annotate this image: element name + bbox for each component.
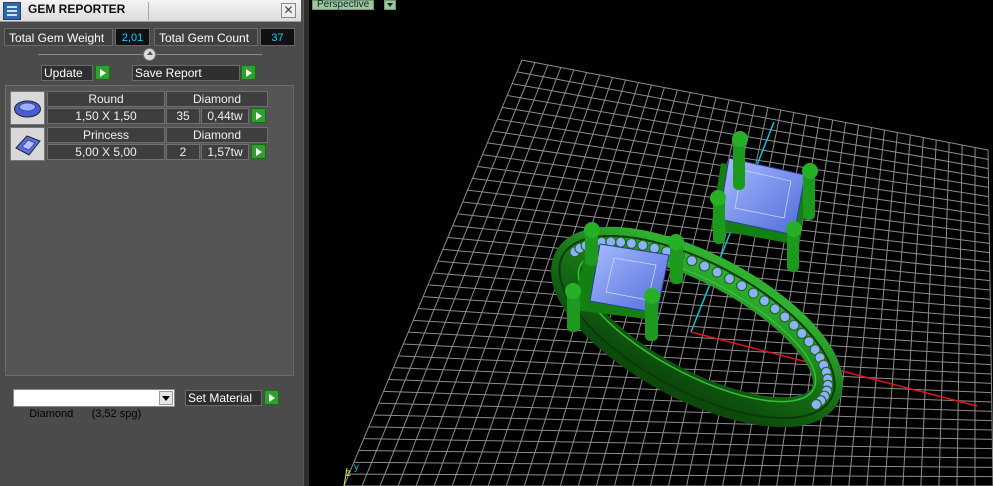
- gem-reporter-panel: GEM REPORTER ✕ Total Gem Weight 2,01 Tot…: [0, 0, 303, 486]
- pave-stone: [637, 239, 649, 251]
- pave-stone: [711, 266, 723, 278]
- chevron-down-icon[interactable]: [384, 0, 396, 10]
- total-gem-count-label: Total Gem Count: [154, 28, 258, 46]
- pave-stone: [747, 287, 759, 299]
- gem-weight-cell: 0,44tw: [201, 108, 249, 124]
- pave-stone: [723, 273, 736, 285]
- total-gem-weight-value: 2,01: [115, 28, 150, 46]
- viewport-scene: z y: [343, 59, 993, 486]
- pave-stone: [615, 236, 627, 248]
- gem-cut-cell: Princess: [47, 127, 165, 143]
- gem-count-cell: 35: [166, 108, 200, 124]
- pave-stone: [686, 255, 698, 267]
- pave-stone: [648, 242, 661, 254]
- gem-size-cell: 5,00 X 5,00: [47, 144, 165, 160]
- save-report-play-icon[interactable]: [241, 65, 256, 80]
- pave-stone: [810, 398, 822, 411]
- title-bar: GEM REPORTER ✕: [0, 0, 301, 22]
- set-material-play-icon[interactable]: [264, 390, 279, 405]
- set-material-button[interactable]: Set Material: [185, 390, 262, 406]
- gem-select-play-icon[interactable]: [251, 108, 266, 123]
- gem-size-cell: 1,50 X 1,50: [47, 108, 165, 124]
- update-play-icon[interactable]: [95, 65, 110, 80]
- gem-select-play-icon[interactable]: [251, 144, 266, 159]
- total-gem-weight-label: Total Gem Weight: [4, 28, 113, 46]
- axis-y-label: y: [354, 462, 359, 473]
- pave-stone: [736, 280, 748, 292]
- perspective-grid: [343, 59, 993, 486]
- pave-stone: [779, 311, 791, 323]
- material-select[interactable]: Diamond (3,52 spg): [13, 389, 175, 420]
- slider-handle[interactable]: [143, 48, 156, 61]
- viewport-label[interactable]: Perspective: [312, 0, 375, 10]
- princess-gem-icon[interactable]: [10, 127, 45, 161]
- gem-reporter-icon: [3, 2, 21, 20]
- gem-material-cell: Diamond: [166, 91, 268, 107]
- gem-count-cell: 2: [166, 144, 200, 160]
- pave-stone: [758, 295, 771, 307]
- total-gem-count-value: 37: [260, 28, 295, 46]
- 3d-viewport[interactable]: z y Perspective: [309, 0, 993, 486]
- gem-list: Round Diamond 1,50 X 1,50 35 0,44tw Prin…: [5, 85, 294, 376]
- pave-stone: [769, 303, 781, 315]
- panel-title: GEM REPORTER: [28, 2, 126, 16]
- pave-stone: [796, 327, 808, 339]
- pave-stone: [698, 260, 711, 272]
- gem-material-cell: Diamond: [166, 127, 268, 143]
- title-separator: [148, 2, 149, 20]
- pave-stone: [625, 237, 637, 249]
- gem-weight-cell: 1,57tw: [201, 144, 249, 160]
- save-report-button[interactable]: Save Report: [132, 65, 240, 81]
- axis-z-label: z: [346, 468, 351, 479]
- update-button[interactable]: Update: [41, 65, 93, 81]
- gem-cut-cell: Round: [47, 91, 165, 107]
- round-gem-icon[interactable]: [10, 91, 45, 125]
- pave-stone: [788, 319, 800, 331]
- chevron-down-icon[interactable]: [159, 391, 173, 405]
- close-icon[interactable]: ✕: [281, 3, 296, 18]
- material-select-value: Diamond (3,52 spg): [29, 408, 142, 420]
